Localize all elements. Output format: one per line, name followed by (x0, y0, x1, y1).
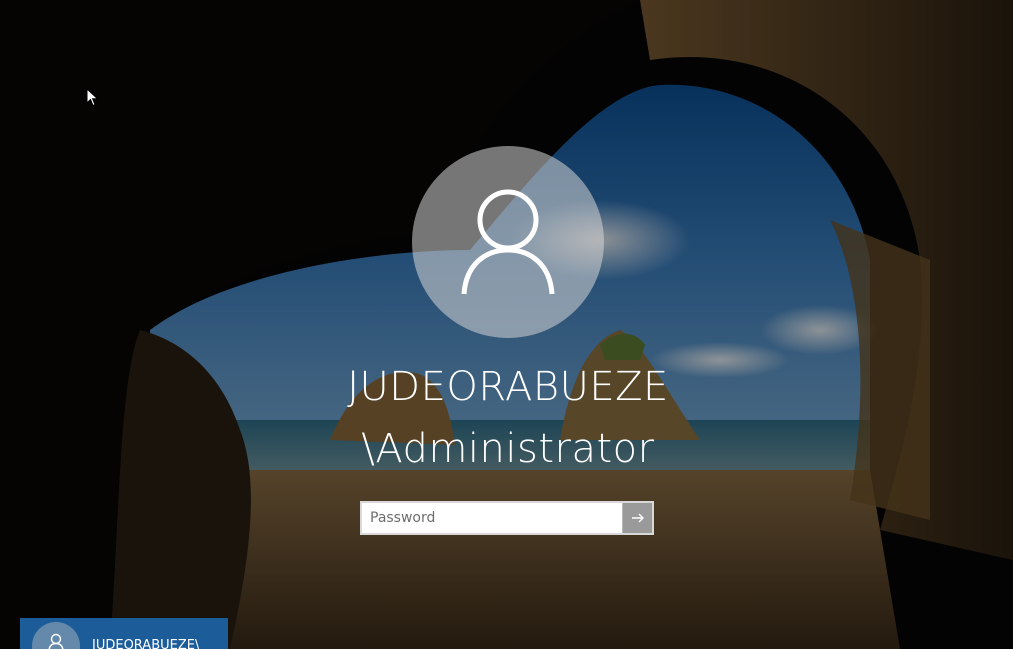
password-input[interactable] (362, 503, 622, 533)
user-avatar (412, 146, 604, 338)
user-switch-tile[interactable]: JUDEORABUEZE\ (20, 618, 228, 649)
account-name: JUDEORABUEZE \Administrator (300, 356, 716, 480)
sign-in-submit-button[interactable] (622, 503, 652, 533)
account-user: \Administrator (361, 426, 655, 472)
user-icon (461, 189, 555, 295)
password-box (360, 501, 654, 535)
tile-username: JUDEORABUEZE\ (92, 638, 200, 649)
account-domain: JUDEORABUEZE (347, 364, 669, 410)
mouse-pointer-icon (86, 88, 99, 107)
tile-avatar (32, 622, 80, 649)
user-icon (48, 633, 64, 649)
arrow-right-icon (631, 513, 644, 523)
